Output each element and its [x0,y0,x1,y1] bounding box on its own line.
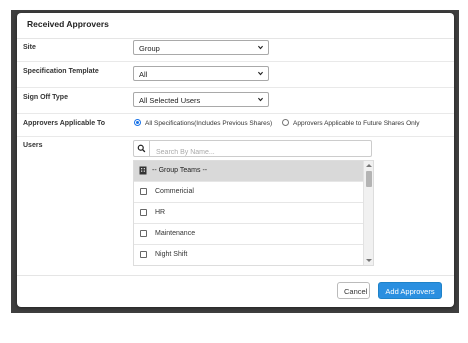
building-icon [139,166,147,175]
sign-off-type-select[interactable]: All Selected Users [133,92,269,107]
spec-template-select[interactable]: All [133,66,269,81]
list-item-checkbox[interactable] [140,188,147,195]
sign-off-type-select-value: All Selected Users [139,96,201,105]
received-approvers-dialog: Received Approvers Site Group Specificat… [17,13,454,307]
list-item[interactable]: Maintenance [134,224,364,245]
approvers-applicable-label: Approvers Applicable To [23,120,106,127]
cancel-button[interactable]: Cancel [337,282,370,299]
search-icon [137,144,146,153]
radio-all-specifications[interactable] [134,119,141,126]
radio-all-specifications-label[interactable]: All Specifications(Includes Previous Sha… [145,120,272,127]
radio-future-shares-only-label[interactable]: Approvers Applicable to Future Shares On… [293,120,419,127]
list-item[interactable]: HR [134,203,364,224]
chevron-down-icon [257,45,264,50]
scroll-up-arrow-icon[interactable] [366,164,372,167]
row-divider [17,61,454,62]
list-group-header-label: -- Group Teams -- [152,167,208,174]
list-item-checkbox[interactable] [140,230,147,237]
footer-divider [17,275,454,276]
sign-off-type-label: Sign Off Type [23,94,68,101]
chevron-down-icon [257,71,264,76]
list-item-label: HR [155,209,166,216]
list-item-label: Commericial [155,188,194,195]
row-divider [17,113,454,114]
users-label: Users [23,142,43,149]
chevron-down-icon [257,97,264,102]
scroll-down-arrow-icon[interactable] [366,259,372,262]
list-scrollbar[interactable] [363,161,373,265]
list-item-label: Maintenance [155,230,196,237]
row-divider [17,136,454,137]
row-divider [17,87,454,88]
modal-header: Received Approvers [17,13,454,39]
scrollbar-thumb[interactable] [366,171,372,187]
list-item[interactable]: Commericial [134,182,364,203]
users-search-input[interactable] [154,144,368,161]
add-approvers-button[interactable]: Add Approvers [378,282,442,299]
users-list: -- Group Teams -- Commericial HR Mainten… [133,160,374,266]
site-select[interactable]: Group [133,40,269,55]
list-item-checkbox[interactable] [140,209,147,216]
list-item-label: Night Shift [155,251,188,258]
site-select-value: Group [139,44,160,53]
site-label: Site [23,44,36,51]
list-item[interactable]: Night Shift [134,245,364,265]
modal-title: Received Approvers [27,19,109,29]
users-search-field[interactable] [150,140,372,161]
spec-template-select-value: All [139,70,148,79]
list-item-checkbox[interactable] [140,251,147,258]
spec-template-label: Specification Template [23,68,99,75]
search-button[interactable] [133,140,150,157]
list-group-header: -- Group Teams -- [134,161,364,182]
radio-future-shares-only[interactable] [282,119,289,126]
